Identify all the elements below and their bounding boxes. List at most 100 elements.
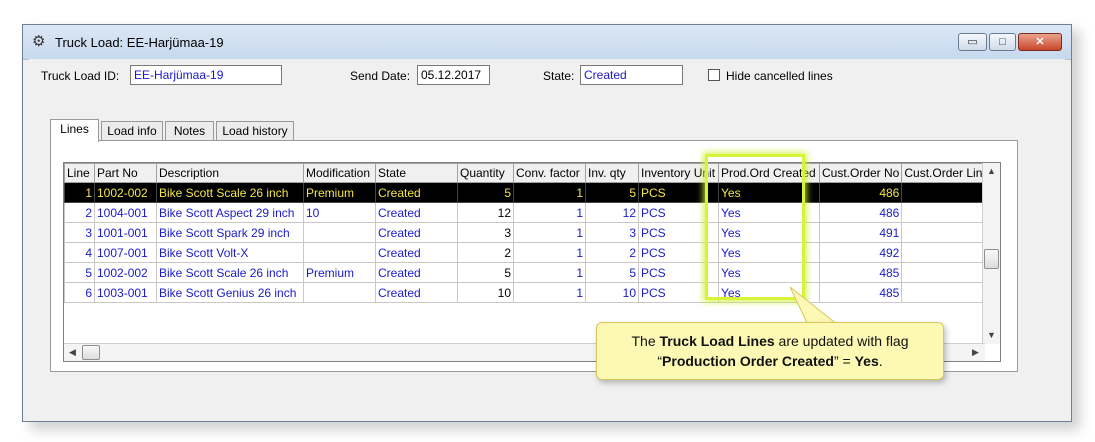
cell-inventory-unit[interactable]: PCS	[638, 282, 719, 303]
column-header-line[interactable]: Line	[64, 163, 95, 183]
cell-cust-order-no[interactable]: 491	[818, 222, 903, 243]
cell-inv-qty[interactable]: 5	[585, 182, 639, 203]
column-header-quantity[interactable]: Quantity	[457, 163, 514, 183]
cell-description[interactable]: Bike Scott Volt-X	[156, 242, 304, 263]
cell-prod-ord-created[interactable]: Yes	[718, 242, 820, 263]
cell-part-no[interactable]: 1004-001	[94, 202, 157, 223]
cell-state[interactable]: Created	[375, 242, 458, 263]
cell-quantity[interactable]: 5	[457, 262, 514, 283]
state-field[interactable]: Created	[580, 65, 683, 85]
cell-conv-factor[interactable]: 1	[513, 182, 586, 203]
table-row[interactable]: 3 1001-001 Bike Scott Spark 29 inch Crea…	[64, 222, 997, 243]
cell-inventory-unit[interactable]: PCS	[638, 242, 719, 263]
cell-state[interactable]: Created	[375, 202, 458, 223]
column-header-modification[interactable]: Modification	[303, 163, 376, 183]
close-button[interactable]: ✕	[1018, 33, 1062, 51]
cell-line[interactable]: 6	[64, 282, 95, 303]
hide-cancelled-checkbox[interactable]	[708, 69, 720, 81]
cell-line[interactable]: 2	[64, 202, 95, 223]
cell-state[interactable]: Created	[375, 182, 458, 203]
cell-line[interactable]: 1	[64, 182, 95, 203]
cell-description[interactable]: Bike Scott Scale 26 inch	[156, 182, 304, 203]
column-header-state[interactable]: State	[375, 163, 458, 183]
scroll-down-arrow-icon[interactable]: ▼	[983, 327, 1000, 344]
truck-load-id-field[interactable]: EE-Harjümaa-19	[130, 65, 282, 85]
cell-conv-factor[interactable]: 1	[513, 282, 586, 303]
cell-prod-ord-created[interactable]: Yes	[718, 222, 820, 243]
cell-inv-qty[interactable]: 3	[585, 222, 639, 243]
cell-cust-order-no[interactable]: 486	[818, 202, 903, 223]
cell-description[interactable]: Bike Scott Scale 26 inch	[156, 262, 304, 283]
column-header-description[interactable]: Description	[156, 163, 304, 183]
cell-quantity[interactable]: 10	[457, 282, 514, 303]
cell-inv-qty[interactable]: 2	[585, 242, 639, 263]
table-row[interactable]: 1 1002-002 Bike Scott Scale 26 inch Prem…	[64, 182, 997, 203]
cell-quantity[interactable]: 5	[457, 182, 514, 203]
cell-prod-ord-created[interactable]: Yes	[718, 262, 820, 283]
table-row[interactable]: 4 1007-001 Bike Scott Volt-X Created 2 1…	[64, 242, 997, 263]
table-row[interactable]: 5 1002-002 Bike Scott Scale 26 inch Prem…	[64, 262, 997, 283]
cell-state[interactable]: Created	[375, 262, 458, 283]
column-header-part-no[interactable]: Part No	[94, 163, 157, 183]
column-header-prod-ord-created[interactable]: Prod.Ord Created	[718, 163, 820, 183]
cell-quantity[interactable]: 2	[457, 242, 514, 263]
cell-inventory-unit[interactable]: PCS	[638, 262, 719, 283]
cell-conv-factor[interactable]: 1	[513, 242, 586, 263]
cell-cust-order-no[interactable]: 485	[818, 262, 903, 283]
cell-prod-ord-created[interactable]: Yes	[718, 202, 820, 223]
tab-lines[interactable]: Lines	[50, 119, 99, 142]
cell-part-no[interactable]: 1007-001	[94, 242, 157, 263]
cell-quantity[interactable]: 3	[457, 222, 514, 243]
cell-modification[interactable]: Premium	[303, 262, 376, 283]
cell-conv-factor[interactable]: 1	[513, 222, 586, 243]
cell-modification[interactable]: Premium	[303, 182, 376, 203]
column-header-inventory-unit[interactable]: Inventory Unit	[638, 163, 719, 183]
column-header-conv-factor[interactable]: Conv. factor	[513, 163, 586, 183]
cell-inventory-unit[interactable]: PCS	[638, 202, 719, 223]
tab-load-info[interactable]: Load info	[101, 121, 163, 141]
maximize-button[interactable]: □	[989, 33, 1016, 51]
title-bar[interactable]: ⚙ Truck Load: EE-Harjümaa-19 ▭ □ ✕	[23, 25, 1071, 60]
cell-part-no[interactable]: 1002-002	[94, 182, 157, 203]
cell-description[interactable]: Bike Scott Spark 29 inch	[156, 222, 304, 243]
horizontal-scroll-thumb[interactable]	[82, 345, 100, 360]
cell-inv-qty[interactable]: 5	[585, 262, 639, 283]
cell-line[interactable]: 3	[64, 222, 95, 243]
cell-conv-factor[interactable]: 1	[513, 262, 586, 283]
vertical-scroll-thumb[interactable]	[984, 249, 999, 269]
cell-modification[interactable]	[303, 282, 376, 303]
cell-conv-factor[interactable]: 1	[513, 202, 586, 223]
vertical-scrollbar[interactable]: ▲ ▼	[982, 163, 1000, 344]
column-header-inv-qty[interactable]: Inv. qty	[585, 163, 639, 183]
cell-inv-qty[interactable]: 12	[585, 202, 639, 223]
cell-state[interactable]: Created	[375, 222, 458, 243]
cell-line[interactable]: 4	[64, 242, 95, 263]
tab-load-history[interactable]: Load history	[216, 121, 294, 141]
cell-cust-order-no[interactable]: 492	[818, 242, 903, 263]
cell-inv-qty[interactable]: 10	[585, 282, 639, 303]
cell-quantity[interactable]: 12	[457, 202, 514, 223]
minimize-button[interactable]: ▭	[958, 33, 987, 51]
column-header-cust-order-no[interactable]: Cust.Order No	[818, 163, 903, 183]
cell-part-no[interactable]: 1001-001	[94, 222, 157, 243]
cell-description[interactable]: Bike Scott Genius 26 inch	[156, 282, 304, 303]
scroll-right-arrow-icon[interactable]: ▶	[967, 344, 984, 361]
scroll-left-arrow-icon[interactable]: ◀	[64, 344, 81, 361]
cell-inventory-unit[interactable]: PCS	[638, 182, 719, 203]
cell-modification[interactable]	[303, 222, 376, 243]
table-row[interactable]: 6 1003-001 Bike Scott Genius 26 inch Cre…	[64, 282, 997, 303]
cell-part-no[interactable]: 1002-002	[94, 262, 157, 283]
cell-inventory-unit[interactable]: PCS	[638, 222, 719, 243]
cell-description[interactable]: Bike Scott Aspect 29 inch	[156, 202, 304, 223]
cell-modification[interactable]: 10	[303, 202, 376, 223]
cell-line[interactable]: 5	[64, 262, 95, 283]
scroll-up-arrow-icon[interactable]: ▲	[983, 163, 1000, 180]
cell-prod-ord-created[interactable]: Yes	[718, 182, 820, 203]
send-date-field[interactable]: 05.12.2017	[417, 65, 490, 85]
cell-cust-order-no[interactable]: 486	[818, 182, 903, 203]
tab-notes[interactable]: Notes	[165, 121, 214, 141]
cell-modification[interactable]	[303, 242, 376, 263]
cell-state[interactable]: Created	[375, 282, 458, 303]
table-row[interactable]: 2 1004-001 Bike Scott Aspect 29 inch 10 …	[64, 202, 997, 223]
cell-part-no[interactable]: 1003-001	[94, 282, 157, 303]
